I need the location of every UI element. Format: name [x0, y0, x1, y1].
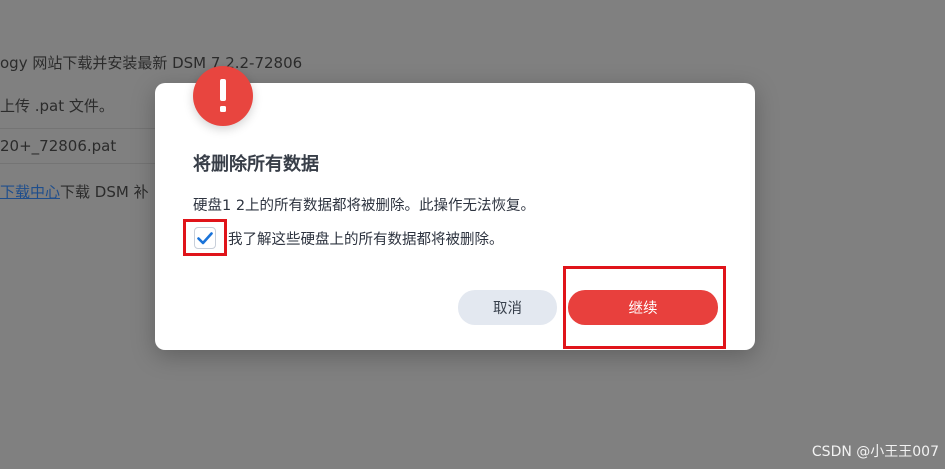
background-text-line: 上传 .pat 文件。: [0, 97, 114, 115]
confirm-checkbox-row: 我了解这些硬盘上的所有数据都将被删除。: [194, 226, 504, 250]
watermark: CSDN @小王王007: [811, 444, 939, 460]
background-text-fragment: 下载 DSM 补: [60, 183, 149, 201]
dialog-message: 硬盘1 2上的所有数据都将被删除。此操作无法恢复。: [193, 198, 536, 214]
continue-highlight-box: [563, 266, 726, 349]
background-filename: 20+_72806.pat: [0, 137, 117, 155]
background-text-line: 下载中心下载 DSM 补: [0, 181, 149, 202]
dialog-title: 将删除所有数据: [193, 154, 319, 175]
background-text-line: ogy 网站下载并安装最新 DSM 7.2.2-72806: [0, 54, 303, 72]
exclamation-icon: [193, 66, 253, 126]
download-center-link[interactable]: 下载中心: [0, 183, 60, 201]
cancel-button[interactable]: 取消: [458, 290, 557, 325]
confirm-checkbox-label[interactable]: 我了解这些硬盘上的所有数据都将被删除。: [228, 228, 504, 249]
divider: [0, 128, 160, 129]
checkbox-highlight-box: [183, 219, 227, 256]
divider: [0, 163, 160, 164]
